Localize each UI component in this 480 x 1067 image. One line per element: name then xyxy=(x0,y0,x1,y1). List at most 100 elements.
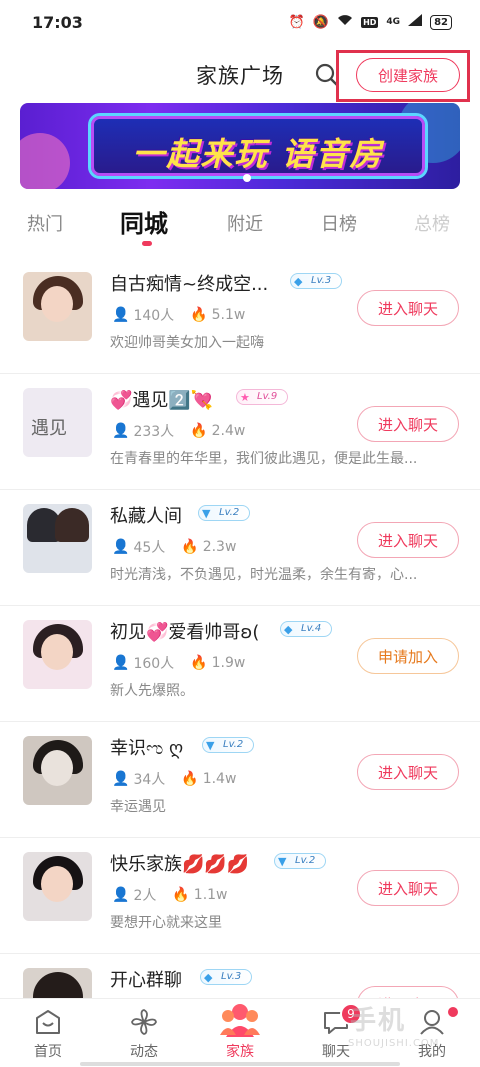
status-icons: ⏰ 🔕 HD 4G 82 xyxy=(289,14,452,30)
stats: 👤 233人 🔥 2.4w xyxy=(112,421,245,441)
home-indicator xyxy=(80,1062,400,1066)
family-name: 初见💞爱看帅哥ʚ( xyxy=(110,622,260,643)
enter-chat-button[interactable]: 进入聊天 xyxy=(357,754,459,790)
profile-icon xyxy=(420,1010,444,1035)
mute-icon: 🔕 xyxy=(312,14,330,30)
chevron-down-icon: ▼ xyxy=(206,739,215,752)
list-item[interactable]: 幸识ಌ ღ ▼ Lv.2 👤 34人 🔥 1.4w 幸运遇见 进入聊天 xyxy=(0,722,480,838)
tab-indicator xyxy=(142,241,152,246)
member-count: 👤 2人 xyxy=(112,887,157,904)
enter-chat-button[interactable]: 进入聊天 xyxy=(357,522,459,558)
wifi-icon xyxy=(337,14,353,30)
bottom-tab-bar: 首页 动态 家族 9 聊天 我的 xyxy=(0,998,480,1067)
family-description: 要想开心就来这里 xyxy=(110,915,222,931)
stats: 👤 45人 🔥 2.3w xyxy=(112,537,236,557)
tabbar-family[interactable]: 家族 xyxy=(192,999,288,1067)
tab-nearby[interactable]: 附近 xyxy=(227,210,263,236)
category-tabs: 热门 同城 附近 日榜 总榜 xyxy=(0,200,480,250)
list-item[interactable]: 私藏人间 ▼ Lv.2 👤 45人 🔥 2.3w 时光清浅，不负遇见，时光温柔，余生有… xyxy=(0,490,480,606)
tabbar-family-label: 家族 xyxy=(226,1044,254,1060)
level-badge: ▼ Lv.2 xyxy=(274,853,327,869)
family-name: 开心群聊 xyxy=(110,970,182,991)
family-name: 💞遇见2️⃣💘 xyxy=(110,390,214,411)
member-count: 👤 140人 xyxy=(112,307,175,324)
avatar xyxy=(23,736,92,805)
person-icon: 👤 xyxy=(112,423,130,439)
tabbar-home[interactable]: 首页 xyxy=(0,999,96,1067)
heat-count: 🔥 1.1w xyxy=(172,887,228,903)
level-badge: ◆ Lv.3 xyxy=(200,969,253,985)
person-icon: 👤 xyxy=(112,655,130,671)
stats: 👤 160人 🔥 1.9w xyxy=(112,653,245,673)
flame-icon: 🔥 xyxy=(190,423,208,439)
me-notification-dot xyxy=(446,1005,460,1019)
list-item[interactable]: 初见💞爱看帅哥ʚ( ◆ Lv.4 👤 160人 🔥 1.9w 新人先爆照。 申请加入 xyxy=(0,606,480,722)
avatar-art: 遇见 xyxy=(31,418,67,439)
star-icon: ★ xyxy=(240,391,250,404)
stats: 👤 140人 🔥 5.1w xyxy=(112,305,245,325)
flame-icon: 🔥 xyxy=(181,771,199,787)
level-badge: ★ Lv.9 xyxy=(236,389,289,405)
member-count: 👤 34人 xyxy=(112,771,166,788)
family-name: 自古痴情~终成空... xyxy=(110,274,269,295)
status-time: 17:03 xyxy=(32,12,83,32)
status-bar: 17:03 ⏰ 🔕 HD 4G 82 xyxy=(0,0,480,44)
member-count: 👤 233人 xyxy=(112,423,175,440)
heat-count: 🔥 1.4w xyxy=(181,771,237,787)
tab-hot[interactable]: 热门 xyxy=(27,210,63,236)
list-item[interactable]: 遇见 💞遇见2️⃣💘 ★ Lv.9 👤 233人 🔥 2.4w 在青春里的年华里，我们… xyxy=(0,374,480,490)
chevron-down-icon: ▼ xyxy=(202,507,211,520)
tabbar-home-label: 首页 xyxy=(34,1044,62,1060)
enter-chat-button[interactable]: 进入聊天 xyxy=(357,290,459,326)
person-icon: 👤 xyxy=(112,771,130,787)
tab-daily-rank[interactable]: 日榜 xyxy=(321,210,357,236)
family-description: 欢迎帅哥美女加入一起嗨 xyxy=(110,335,264,351)
enter-chat-button[interactable]: 进入聊天 xyxy=(357,406,459,442)
diamond-icon: ◆ xyxy=(204,971,213,984)
create-family-button[interactable]: 创建家族 xyxy=(356,58,460,92)
banner[interactable]: 一起来玩 语音房 xyxy=(20,103,460,189)
family-description: 新人先爆照。 xyxy=(110,683,194,699)
hd-icon: HD xyxy=(361,16,379,28)
stats: 👤 2人 🔥 1.1w xyxy=(112,885,228,905)
person-icon: 👤 xyxy=(112,539,130,555)
list-item[interactable]: 自古痴情~终成空... ◆ Lv.3 👤 140人 🔥 5.1w 欢迎帅哥美女加入一起… xyxy=(0,258,480,374)
avatar xyxy=(23,504,92,573)
list-item[interactable]: 快乐家族💋💋💋 ▼ Lv.2 👤 2人 🔥 1.1w 要想开心就来这里 进入聊天 xyxy=(0,838,480,954)
level-badge: ▼ Lv.2 xyxy=(202,737,255,753)
avatar xyxy=(23,272,92,341)
heat-count: 🔥 1.9w xyxy=(190,655,246,671)
tabbar-moments[interactable]: 动态 xyxy=(96,999,192,1067)
level-badge: ◆ Lv.3 xyxy=(290,273,343,289)
banner-page-indicator xyxy=(243,174,251,182)
family-description: 时光清浅，不负遇见，时光温柔，余生有寄，心... xyxy=(110,567,418,583)
enter-chat-button[interactable]: 进入聊天 xyxy=(357,870,459,906)
stats: 👤 34人 🔥 1.4w xyxy=(112,769,236,789)
heat-count: 🔥 5.1w xyxy=(190,307,246,323)
member-count: 👤 160人 xyxy=(112,655,175,672)
flame-icon: 🔥 xyxy=(190,655,208,671)
watermark: 手机 xyxy=(350,1006,407,1036)
family-name: 私藏人间 xyxy=(110,506,182,527)
flame-icon: 🔥 xyxy=(181,539,199,555)
avatar xyxy=(23,620,92,689)
alarm-icon: ⏰ xyxy=(288,14,305,30)
tab-same-city[interactable]: 同城 xyxy=(120,204,168,239)
apply-join-button[interactable]: 申请加入 xyxy=(357,638,459,674)
flame-icon: 🔥 xyxy=(190,307,208,323)
banner-text: 一起来玩 语音房 xyxy=(132,135,384,173)
flame-icon: 🔥 xyxy=(172,887,190,903)
avatar: 遇见 xyxy=(23,388,92,457)
header: 家族广场 创建家族 xyxy=(0,50,480,102)
chevron-down-icon: ▼ xyxy=(278,855,287,868)
tab-total-rank[interactable]: 总榜 xyxy=(414,210,450,236)
network-label: 4G xyxy=(386,17,401,27)
family-icon xyxy=(220,1004,260,1037)
banner-decoration xyxy=(20,133,70,189)
pinwheel-icon xyxy=(131,1009,157,1035)
signal-icon xyxy=(408,14,423,30)
diamond-icon: ◆ xyxy=(294,275,303,288)
family-name: 幸识ಌ ღ xyxy=(110,738,184,759)
family-name: 快乐家族💋💋💋 xyxy=(110,854,250,875)
avatar xyxy=(23,852,92,921)
